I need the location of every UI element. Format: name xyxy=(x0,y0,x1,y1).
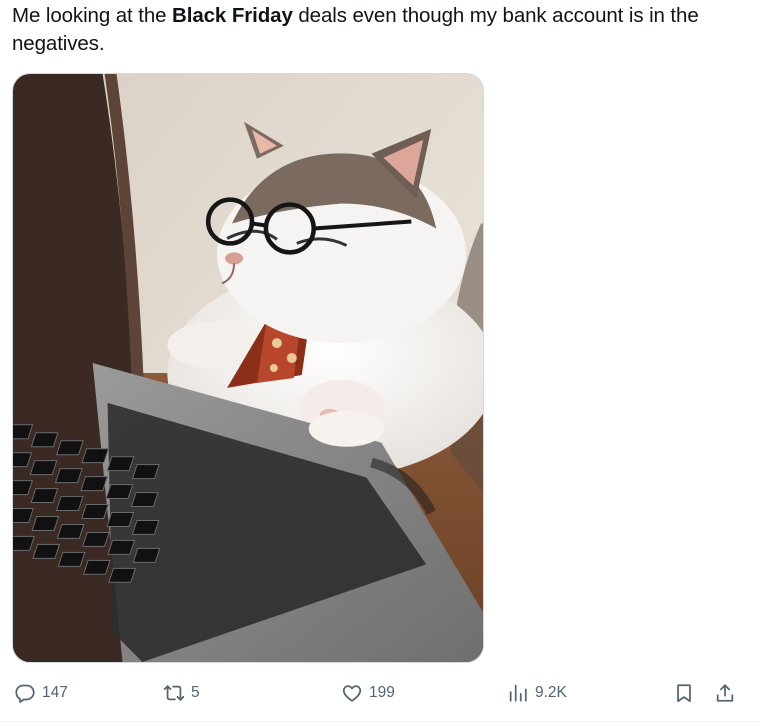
like-icon xyxy=(341,682,363,704)
retweet-button[interactable]: 5 xyxy=(163,676,200,710)
tweet-text-bold: Black Friday xyxy=(172,4,293,27)
tweet-text: Me looking at the Black Friday deals eve… xyxy=(12,2,752,58)
views-icon xyxy=(507,682,529,704)
retweet-count: 5 xyxy=(191,684,200,701)
share-icon xyxy=(714,682,736,704)
views-count: 9.2K xyxy=(535,684,567,701)
tweet-media-image[interactable] xyxy=(12,73,484,663)
reply-icon xyxy=(14,682,36,704)
share-button[interactable] xyxy=(714,676,736,710)
like-button[interactable]: 199 xyxy=(341,676,395,710)
views-button[interactable]: 9.2K xyxy=(507,676,567,710)
reply-button[interactable]: 147 xyxy=(14,676,68,710)
like-count: 199 xyxy=(369,684,395,701)
reply-count: 147 xyxy=(42,684,68,701)
tweet: Me looking at the Black Friday deals eve… xyxy=(0,0,760,727)
cat-at-laptop-illustration xyxy=(13,74,483,662)
retweet-icon xyxy=(163,682,185,704)
bookmark-button[interactable] xyxy=(673,676,695,710)
tweet-divider xyxy=(0,721,760,722)
tweet-action-bar: 147 5 199 9.2K xyxy=(0,676,760,710)
tweet-text-start: Me looking at the xyxy=(12,4,173,27)
bookmark-icon xyxy=(673,682,695,704)
